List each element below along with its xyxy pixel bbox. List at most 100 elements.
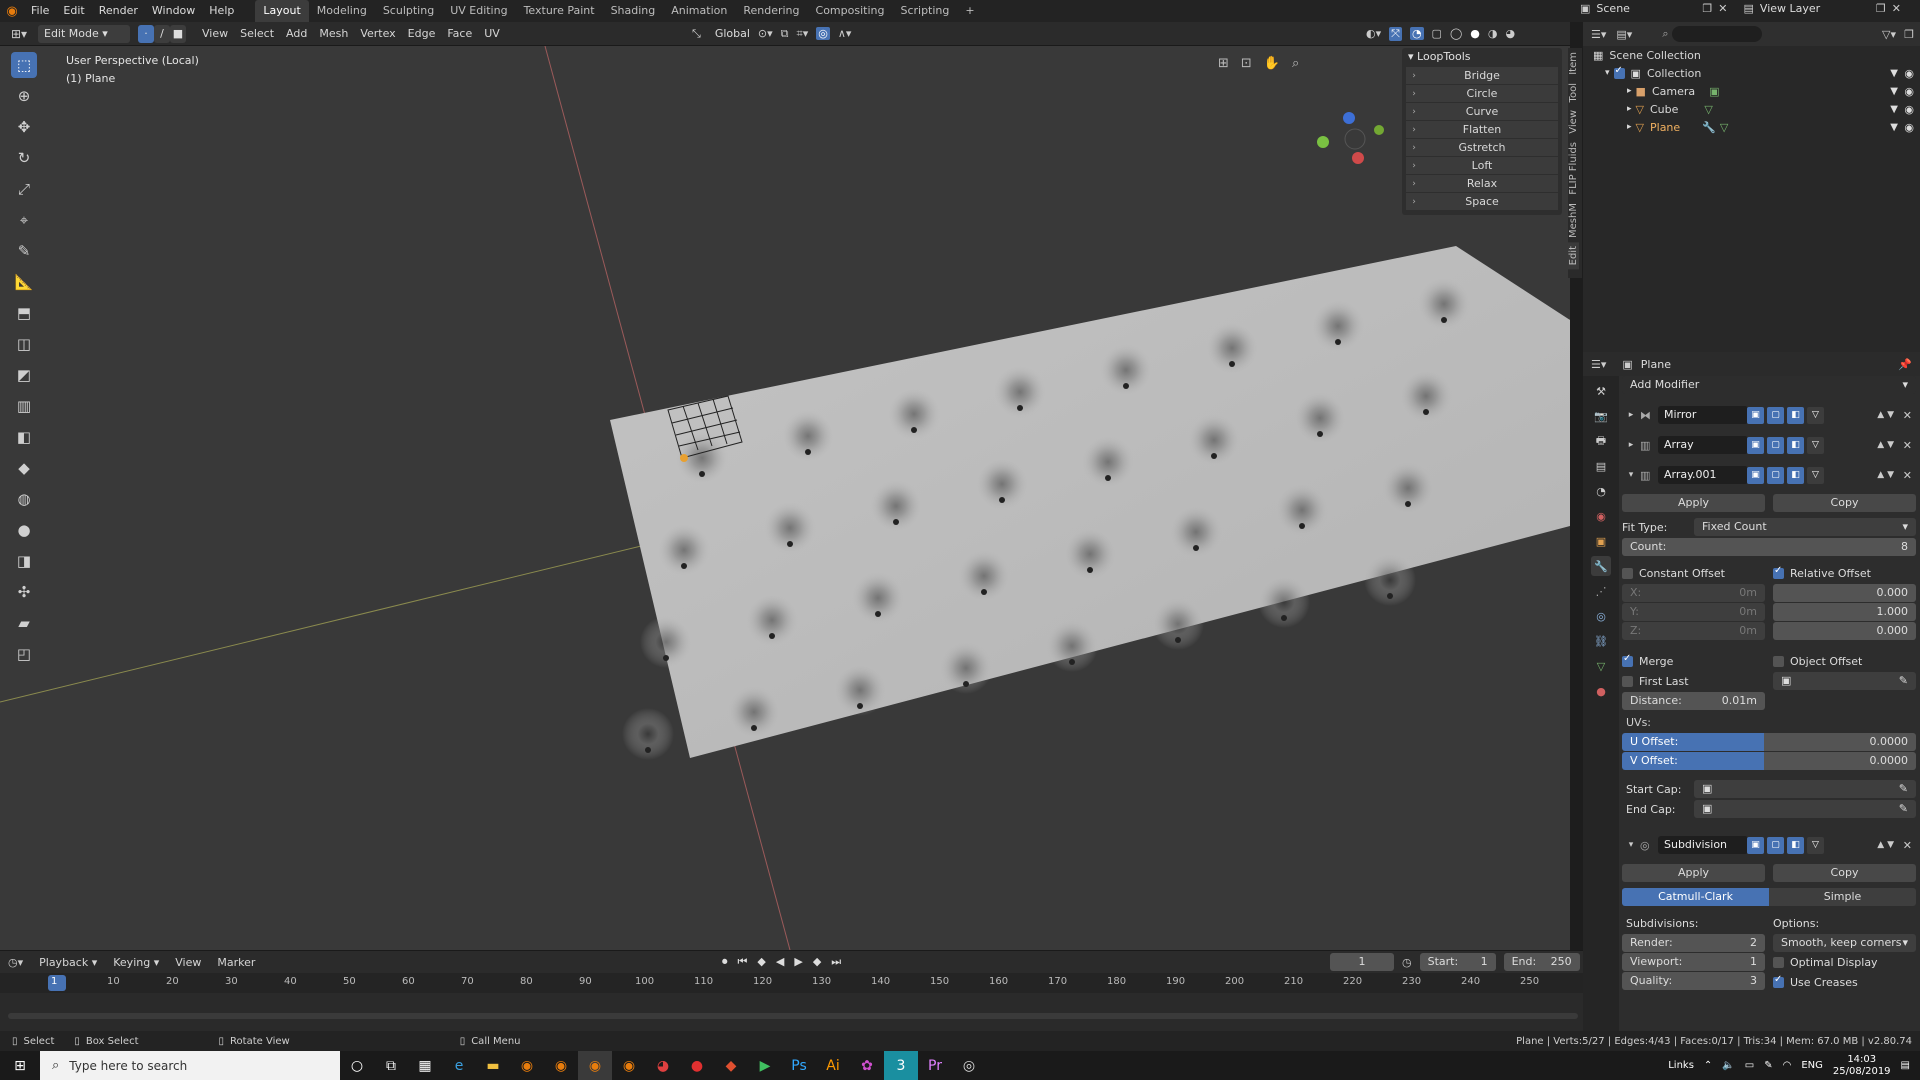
relative-offset-checkbox[interactable]: Relative Offset — [1773, 564, 1916, 582]
looptools-item-circle[interactable]: › Circle — [1406, 85, 1558, 102]
outliner-item-cube[interactable]: ▸ ▽ Cube ▽ ▼ ◉ — [1583, 100, 1920, 118]
snap-icon[interactable]: ⧉ — [781, 27, 789, 41]
pan-hand-icon[interactable]: ✋ — [1264, 56, 1280, 71]
proportional-icon[interactable]: ◎ — [816, 27, 830, 40]
tab-texture-paint[interactable]: Texture Paint — [516, 0, 603, 22]
face-select-icon[interactable]: ■ — [170, 24, 186, 43]
material-shading-icon[interactable]: ◑ — [1488, 27, 1498, 40]
blender-logo-icon[interactable]: ◉ — [0, 4, 24, 19]
viewport-toggle-icon[interactable]: ▢ — [1767, 466, 1784, 484]
tray-up-icon[interactable]: ⌃ — [1704, 1060, 1712, 1071]
gizmo-icon[interactable]: ⤧ — [1389, 26, 1402, 41]
editor-type-icon[interactable]: ⊞▾ — [0, 27, 38, 41]
render-toggle-icon[interactable]: ◧ — [1787, 836, 1804, 854]
looptools-title[interactable]: ▾ LoopTools — [1402, 48, 1562, 66]
language-label[interactable]: ENG — [1801, 1060, 1823, 1071]
outliner-search-icon[interactable]: ⌕ — [1662, 27, 1668, 41]
app-3-icon[interactable]: 3 — [884, 1051, 918, 1080]
clock-icon[interactable]: ◷ — [1402, 956, 1412, 969]
xray-icon[interactable]: ▢ — [1432, 27, 1442, 40]
uv-smooth-dropdown[interactable]: Smooth, keep corners ▾ — [1773, 934, 1916, 952]
visibility-eye-icon[interactable]: ◉ — [1904, 121, 1914, 134]
transform-tool-icon[interactable]: ⌖ — [11, 207, 37, 233]
expand-icon[interactable]: ▾ — [1605, 68, 1610, 78]
shear-tool-icon[interactable]: ▰ — [11, 610, 37, 636]
eyedropper-icon[interactable]: ✎ — [1899, 672, 1908, 690]
header-menu-face[interactable]: Face — [441, 27, 478, 40]
collection-row[interactable]: ▾ ▣ Collection ▼ ◉ — [1583, 64, 1920, 82]
material-tab-icon[interactable]: ● — [1591, 681, 1611, 701]
move-arrows-icon[interactable]: ▲ ▼ — [1877, 440, 1894, 450]
rendered-shading-icon[interactable]: ◕ — [1505, 27, 1515, 40]
loop-cut-tool-icon[interactable]: ▥ — [11, 393, 37, 419]
tab-animation[interactable]: Animation — [663, 0, 735, 22]
outliner-filter-icon[interactable]: ▽▾ — [1882, 28, 1896, 41]
task-view-icon[interactable]: ⧉ — [374, 1051, 408, 1080]
scene-name[interactable]: Scene — [1596, 2, 1696, 15]
first-last-checkbox[interactable]: First Last — [1622, 672, 1765, 690]
looptools-item-flatten[interactable]: › Flatten — [1406, 121, 1558, 138]
copy-button[interactable]: Copy — [1773, 494, 1916, 512]
render-tab-icon[interactable]: 📷 — [1591, 406, 1611, 426]
scene-tab-icon[interactable]: ◔ — [1591, 481, 1611, 501]
modifier-tab-icon[interactable]: 🔧 — [1591, 556, 1611, 576]
start-frame-field[interactable]: Start: 1 — [1419, 953, 1496, 971]
render-toggle-icon[interactable]: ◧ — [1787, 436, 1804, 454]
modifier-name-field[interactable]: Mirror — [1658, 406, 1748, 424]
app-orange-icon[interactable]: ◆ — [714, 1051, 748, 1080]
menu-edit[interactable]: Edit — [56, 0, 91, 22]
simple-button[interactable]: Simple — [1769, 888, 1916, 906]
zoom-icon[interactable]: ⌕ — [1292, 56, 1299, 71]
close-scene-icon[interactable]: ✕ — [1718, 2, 1727, 15]
windows-start-icon[interactable]: ⊞ — [0, 1051, 40, 1080]
selectable-icon[interactable]: ▼ — [1890, 86, 1898, 97]
remove-modifier-icon[interactable]: ✕ — [1903, 469, 1912, 482]
modifier-name-field[interactable]: Subdivision — [1658, 836, 1748, 854]
physics-tab-icon[interactable]: ◎ — [1591, 606, 1611, 626]
end-frame-field[interactable]: End: 250 — [1503, 953, 1580, 971]
offset-object-field[interactable]: ▣ ✎ — [1773, 672, 1916, 690]
editmode-toggle-icon[interactable]: ▣ — [1747, 436, 1764, 454]
rotate-tool-icon[interactable]: ↻ — [11, 145, 37, 171]
measure-tool-icon[interactable]: 📐 — [11, 269, 37, 295]
pen-icon[interactable]: ✎ — [1764, 1060, 1772, 1071]
current-frame-field[interactable]: 1 — [1330, 953, 1394, 971]
notifications-icon[interactable]: ▤ — [1901, 1060, 1910, 1071]
inset-tool-icon[interactable]: ◫ — [11, 331, 37, 357]
scale-tool-icon[interactable]: ⤢ — [11, 176, 37, 202]
select-box-tool-icon[interactable]: ⬚ — [11, 52, 37, 78]
expand-icon[interactable]: ▸ — [1627, 86, 1632, 96]
grid-view-icon[interactable]: ⊞ — [1218, 56, 1229, 71]
count-field[interactable]: Count: 8 — [1622, 538, 1916, 556]
blender-app-icon[interactable]: ◉ — [612, 1051, 646, 1080]
tab-item[interactable]: Item — [1568, 48, 1579, 79]
render-toggle-icon[interactable]: ◧ — [1787, 466, 1804, 484]
calculator-icon[interactable]: ▦ — [408, 1051, 442, 1080]
header-menu-edge[interactable]: Edge — [402, 27, 442, 40]
apply-button[interactable]: Apply — [1622, 864, 1765, 882]
snap-target-icon[interactable]: ⌗▾ — [797, 27, 809, 41]
const-y-field[interactable]: Y: 0m — [1622, 603, 1765, 621]
modifier-subdivision[interactable]: ▾ ◎ Subdivision ▣ ▢ ◧ ▽ ▲ ▼ ✕ — [1622, 834, 1916, 856]
spin-tool-icon[interactable]: ◍ — [11, 486, 37, 512]
looptools-item-relax[interactable]: › Relax — [1406, 175, 1558, 192]
file-explorer-icon[interactable]: ▬ — [476, 1051, 510, 1080]
play-icon[interactable]: ▶ — [794, 955, 802, 969]
overlay-icon[interactable]: ◔ — [1409, 27, 1424, 40]
editmode-toggle-icon[interactable]: ▣ — [1747, 466, 1764, 484]
edge-select-icon[interactable]: / — [154, 24, 170, 43]
modifier-name-field[interactable]: Array — [1658, 436, 1748, 454]
app-red-icon[interactable]: ● — [680, 1051, 714, 1080]
const-z-field[interactable]: Z: 0m — [1622, 622, 1765, 640]
looptools-item-loft[interactable]: › Loft — [1406, 157, 1558, 174]
world-tab-icon[interactable]: ◉ — [1591, 506, 1611, 526]
3d-viewport[interactable]: User Perspective (Local) (1) Plane ⊞ ⊡ ✋… — [0, 46, 1570, 950]
knife-tool-icon[interactable]: ◧ — [11, 424, 37, 450]
premiere-icon[interactable]: Pr — [918, 1051, 952, 1080]
transform-orientation[interactable]: Global — [715, 27, 750, 40]
timeline-scrollbar[interactable] — [8, 1013, 1578, 1019]
tab-flip-fluids[interactable]: FLIP Fluids — [1568, 138, 1579, 199]
viewport-toggle-icon[interactable]: ▢ — [1767, 436, 1784, 454]
clock[interactable]: 14:03 25/08/2019 — [1833, 1054, 1891, 1078]
editmode-toggle-icon[interactable]: ▣ — [1747, 836, 1764, 854]
